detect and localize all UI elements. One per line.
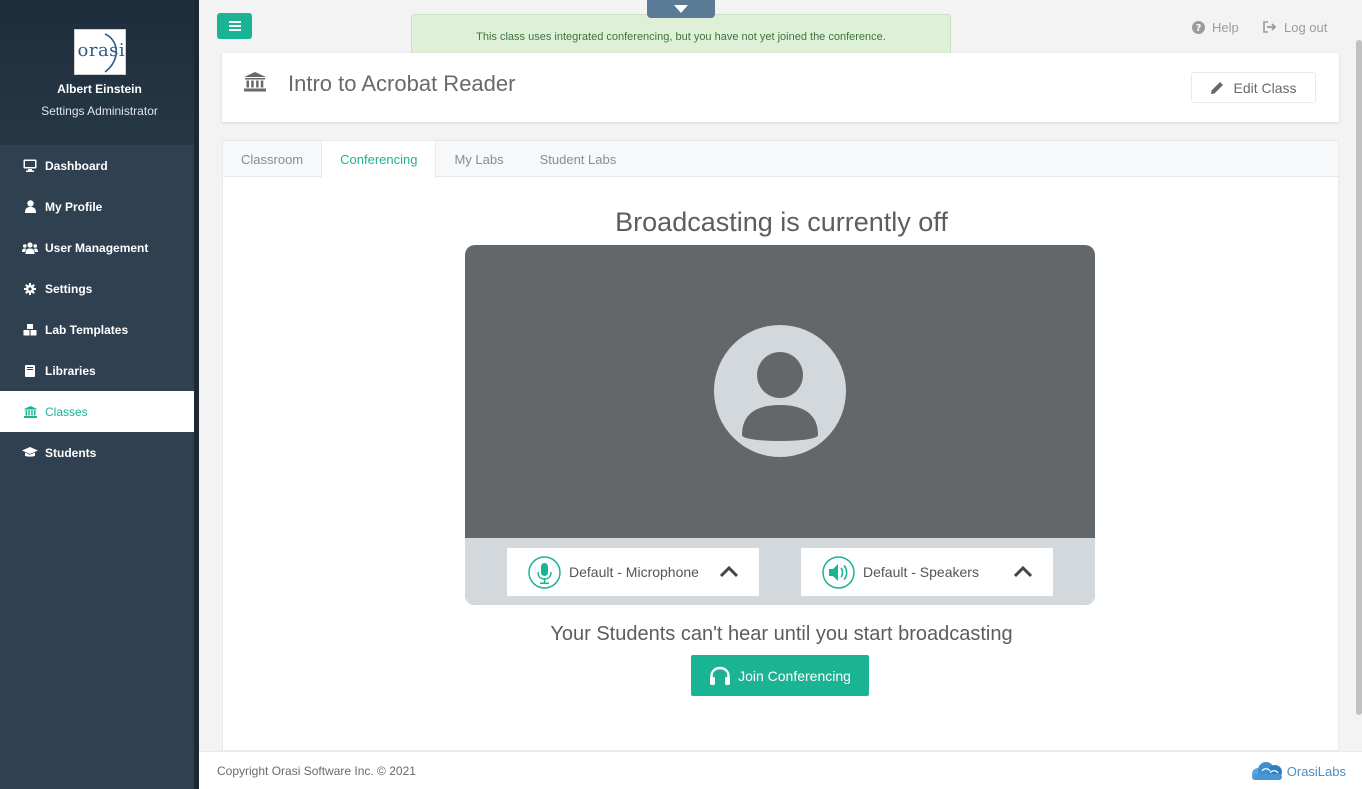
speaker-icon [822,555,855,589]
gear-icon [22,282,38,296]
page-scrollbar[interactable] [1356,40,1362,715]
headphones-icon [709,666,731,686]
sidebar-item-lab-templates[interactable]: Lab Templates [0,309,194,350]
broadcast-status-title: Broadcasting is currently off [615,207,948,237]
monitor-icon [22,159,38,173]
microphone-select[interactable]: Default - Microphone [507,548,759,596]
speakers-label: Default - Speakers [863,564,979,580]
footer-brand: OrasiLabs [1250,761,1346,781]
tabs-panel: Classroom Conferencing My Labs Student L… [222,140,1339,751]
svg-text:?: ? [1196,23,1202,34]
sidebar-item-classes[interactable]: Classes [0,391,195,432]
cubes-icon [22,323,38,337]
edit-class-label: Edit Class [1233,79,1297,96]
help-label: Help [1212,19,1239,35]
chevron-up-icon [719,566,739,578]
sidebar-item-label: Libraries [45,363,96,378]
page-title: Intro to Acrobat Reader [288,71,516,96]
copyright-text: Copyright Orasi Software Inc. © 2021 [217,764,416,778]
logo-text: orasi [77,40,126,61]
sidebar-item-libraries[interactable]: Libraries [0,350,194,391]
sidebar-item-label: Dashboard [45,158,108,173]
sidebar-item-label: Settings [45,281,93,296]
sidebar-item-label: Students [45,445,97,460]
footer-brand-text: OrasiLabs [1286,763,1346,779]
sign-out-icon [1263,21,1277,33]
caret-down-icon [674,5,688,13]
sidebar-item-settings[interactable]: Settings [0,268,194,309]
chevron-up-icon [1013,566,1033,578]
microphone-icon [528,555,561,589]
class-title-panel: Intro to Acrobat Reader Edit Class [222,53,1339,122]
microphone-label: Default - Microphone [569,564,699,580]
join-conferencing-button[interactable]: Join Conferencing [691,655,869,696]
sidebar: orasi Albert Einstein Settings Administr… [0,0,199,789]
sidebar-item-my-profile[interactable]: My Profile [0,186,194,227]
users-icon [22,241,38,255]
broadcast-info-text: Your Students can't hear until you start… [550,623,1013,645]
sidebar-item-user-management[interactable]: User Management [0,227,194,268]
profile-header: orasi Albert Einstein Settings Administr… [0,0,199,145]
sidebar-edge [194,0,199,789]
video-preview: Default - Microphone Default - Speakers [465,245,1095,605]
sidebar-item-label: My Profile [45,199,103,214]
help-link[interactable]: ? Help [1192,18,1239,36]
user-avatar-icon [714,325,846,457]
hamburger-icon [228,21,241,31]
user-icon [22,200,38,214]
pencil-icon [1210,81,1224,95]
orasi-logo: orasi [73,29,126,75]
sidebar-item-students[interactable]: Students [0,432,194,473]
sidebar-item-label: Lab Templates [45,322,129,337]
profile-role: Settings Administrator [41,104,158,118]
tab-my-labs[interactable]: My Labs [436,141,521,177]
sidebar-nav: Dashboard My Profile User Management Set… [0,145,199,473]
profile-name[interactable]: Albert Einstein [0,82,199,96]
sidebar-item-label: Classes [45,404,88,419]
logout-label: Log out [1284,19,1328,35]
book-icon [22,364,38,378]
cloud-logo-icon [1250,761,1284,781]
tabs-header: Classroom Conferencing My Labs Student L… [223,141,1338,178]
graduation-cap-icon [22,446,38,460]
footer: Copyright Orasi Software Inc. © 2021 Ora… [199,751,1362,789]
alert-text: This class uses integrated conferencing,… [476,30,886,43]
bank-icon [244,72,266,97]
edit-class-button[interactable]: Edit Class [1191,72,1316,103]
tab-classroom[interactable]: Classroom [223,141,321,177]
speakers-select[interactable]: Default - Speakers [801,548,1053,596]
tab-conferencing[interactable]: Conferencing [321,141,437,178]
logout-link[interactable]: Log out [1263,18,1327,36]
menu-toggle-button[interactable] [217,13,252,39]
sidebar-item-label: User Management [45,240,149,255]
device-controls: Default - Microphone Default - Speakers [465,538,1095,605]
join-conferencing-label: Join Conferencing [738,667,851,684]
sidebar-item-dashboard[interactable]: Dashboard [0,145,194,186]
tab-student-labs[interactable]: Student Labs [522,141,635,177]
question-circle-icon: ? [1192,20,1205,34]
bank-icon [22,405,38,419]
pull-down-tab[interactable] [647,0,715,18]
